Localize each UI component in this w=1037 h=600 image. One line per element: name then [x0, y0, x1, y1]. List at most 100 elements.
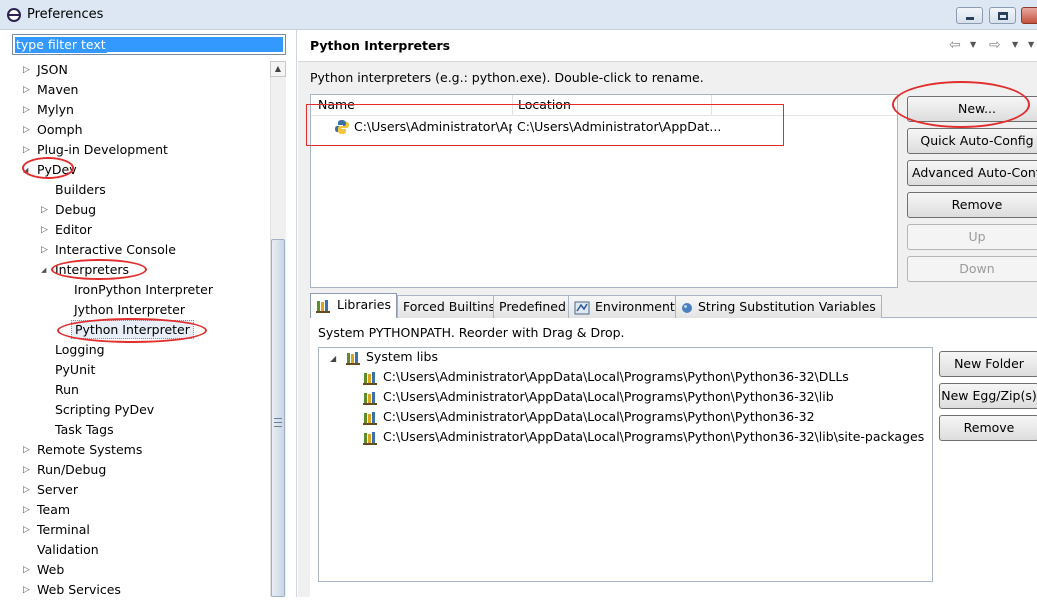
- tree-item-label: Run/Debug: [37, 462, 107, 477]
- collapsed-arrow-icon[interactable]: ▷: [23, 480, 33, 500]
- collapsed-arrow-icon[interactable]: ▷: [23, 120, 33, 140]
- tree-item-label: Web: [37, 562, 65, 577]
- tree-item[interactable]: ▷ Oomph: [0, 120, 268, 140]
- tab-environment[interactable]: Environment: [568, 295, 681, 318]
- tree-item[interactable]: ▷ Web Services: [0, 580, 268, 600]
- collapsed-arrow-icon[interactable]: ▷: [23, 60, 33, 80]
- tree-item-label: Python Interpreter: [71, 320, 194, 339]
- remove-interpreter-button[interactable]: Remove: [907, 192, 1037, 218]
- collapsed-arrow-icon[interactable]: ▷: [23, 560, 33, 580]
- library-folder-icon: [363, 371, 377, 385]
- minimize-button[interactable]: [956, 7, 983, 24]
- tree-item[interactable]: ▷ Interactive Console: [0, 240, 268, 260]
- tree-item[interactable]: Scripting PyDev: [0, 400, 268, 420]
- collapsed-arrow-icon[interactable]: ▷: [23, 140, 33, 160]
- advanced-auto-config-button[interactable]: Advanced Auto-Config: [907, 160, 1037, 186]
- new-egg-zip-button[interactable]: New Egg/Zip(s): [939, 383, 1037, 409]
- tree-item[interactable]: ▷ Web: [0, 560, 268, 580]
- libraries-icon: [345, 351, 360, 365]
- expanded-arrow-icon[interactable]: ◢: [330, 349, 342, 369]
- scroll-up-icon[interactable]: ▲: [270, 61, 286, 77]
- scrollbar-grip-line: [274, 422, 282, 423]
- back-arrow-icon[interactable]: ⇦: [949, 37, 961, 53]
- collapsed-arrow-icon[interactable]: ▷: [23, 440, 33, 460]
- collapsed-arrow-icon[interactable]: ▷: [23, 500, 33, 520]
- tree-item[interactable]: Run: [0, 380, 268, 400]
- tree-item[interactable]: ▷ Team: [0, 500, 268, 520]
- column-divider[interactable]: [711, 95, 712, 115]
- collapsed-arrow-icon[interactable]: ▷: [41, 240, 51, 260]
- tab-string-substitution-variables-label: String Substitution Variables: [698, 299, 876, 314]
- quick-auto-config-button[interactable]: Quick Auto-Config: [907, 128, 1037, 154]
- tree-item-label: PyUnit: [55, 362, 96, 377]
- back-dropdown-icon[interactable]: ▼: [970, 40, 976, 49]
- tree-item[interactable]: ▷ Server: [0, 480, 268, 500]
- tree-item[interactable]: ▷ JSON: [0, 60, 268, 80]
- tree-item[interactable]: ▷ Mylyn: [0, 100, 268, 120]
- tree-item[interactable]: ▷ Remote Systems: [0, 440, 268, 460]
- tree-item-label: Logging: [55, 342, 105, 357]
- collapsed-arrow-icon[interactable]: ▷: [23, 80, 33, 100]
- lib-root-row[interactable]: ◢ System libs: [330, 347, 438, 367]
- collapsed-arrow-icon[interactable]: ▷: [23, 460, 33, 480]
- down-button[interactable]: Down: [907, 256, 1037, 282]
- tree-item[interactable]: Logging: [0, 340, 268, 360]
- tree-item[interactable]: PyUnit: [0, 360, 268, 380]
- tree-item[interactable]: ▷ Plug-in Development: [0, 140, 268, 160]
- forward-dropdown-icon[interactable]: ▼: [1012, 40, 1018, 49]
- forward-arrow-icon[interactable]: ⇨: [989, 37, 1001, 53]
- new-interpreter-button[interactable]: New...: [907, 96, 1037, 122]
- expanded-arrow-icon[interactable]: ◢: [41, 260, 51, 280]
- tree-item[interactable]: IronPython Interpreter: [0, 280, 268, 300]
- collapsed-arrow-icon[interactable]: ▷: [41, 220, 51, 240]
- tree-item-label: PyDev: [37, 162, 77, 177]
- library-folder-icon: [363, 431, 377, 445]
- maximize-button[interactable]: [989, 7, 1016, 24]
- close-button[interactable]: [1021, 7, 1037, 24]
- up-button[interactable]: Up: [907, 224, 1037, 250]
- library-folder-icon: [363, 411, 377, 425]
- new-folder-button[interactable]: New Folder: [939, 351, 1037, 377]
- tab-libraries-label: Libraries: [337, 297, 391, 312]
- tab-libraries[interactable]: Libraries: [310, 293, 397, 318]
- column-divider[interactable]: [512, 95, 513, 115]
- tree-item[interactable]: ▷ Run/Debug: [0, 460, 268, 480]
- tab-string-substitution-variables[interactable]: String Substitution Variables: [675, 295, 882, 318]
- tree-item[interactable]: Python Interpreter: [0, 320, 268, 340]
- tree-item[interactable]: ▷ Editor: [0, 220, 268, 240]
- expanded-arrow-icon[interactable]: ◢: [23, 160, 33, 180]
- tree-item[interactable]: ▷ Terminal: [0, 520, 268, 540]
- tree-item[interactable]: Validation: [0, 540, 268, 560]
- tree-item[interactable]: Builders: [0, 180, 268, 200]
- collapsed-arrow-icon[interactable]: ▷: [23, 580, 33, 600]
- collapsed-arrow-icon[interactable]: ▷: [23, 520, 33, 540]
- tree-item[interactable]: Task Tags: [0, 420, 268, 440]
- tab-forced-builtins[interactable]: Forced Builtins: [397, 295, 501, 318]
- tree-item-label: Scripting PyDev: [55, 402, 155, 417]
- tree-item-label: Terminal: [37, 522, 90, 537]
- tree-item[interactable]: ◢ PyDev: [0, 160, 268, 180]
- lib-path-row[interactable]: C:\Users\Administrator\AppData\Local\Pro…: [363, 427, 924, 447]
- lib-path-label: C:\Users\Administrator\AppData\Local\Pro…: [383, 369, 849, 384]
- lib-path-row[interactable]: C:\Users\Administrator\AppData\Local\Pro…: [363, 407, 815, 427]
- collapsed-arrow-icon[interactable]: ▷: [41, 200, 51, 220]
- view-menu-icon[interactable]: ▼: [1028, 40, 1034, 49]
- column-header-name[interactable]: Name: [318, 97, 355, 112]
- page-title: Python Interpreters: [310, 38, 451, 53]
- lib-path-row[interactable]: C:\Users\Administrator\AppData\Local\Pro…: [363, 387, 834, 407]
- tree-item[interactable]: ▷ Debug: [0, 200, 268, 220]
- libraries-description: System PYTHONPATH. Reorder with Drag & D…: [318, 325, 625, 340]
- tree-item-label: IronPython Interpreter: [74, 282, 213, 297]
- collapsed-arrow-icon[interactable]: ▷: [23, 100, 33, 120]
- remove-lib-button[interactable]: Remove: [939, 415, 1037, 441]
- lib-path-label: C:\Users\Administrator\AppData\Local\Pro…: [383, 429, 925, 444]
- lib-path-row[interactable]: C:\Users\Administrator\AppData\Local\Pro…: [363, 367, 849, 387]
- column-header-location[interactable]: Location: [518, 97, 571, 112]
- interpreter-name-cell[interactable]: C:\Users\Administrator\AppData\Local\Pro…: [354, 119, 512, 134]
- tab-predefined-label: Predefined: [499, 299, 566, 314]
- tree-item[interactable]: Jython Interpreter: [0, 300, 268, 320]
- tree-item[interactable]: ▷ Maven: [0, 80, 268, 100]
- tree-item[interactable]: ◢ Interpreters: [0, 260, 268, 280]
- tab-predefined[interactable]: Predefined: [493, 295, 572, 318]
- interpreter-location-cell[interactable]: C:\Users\Administrator\AppDat...: [517, 119, 721, 134]
